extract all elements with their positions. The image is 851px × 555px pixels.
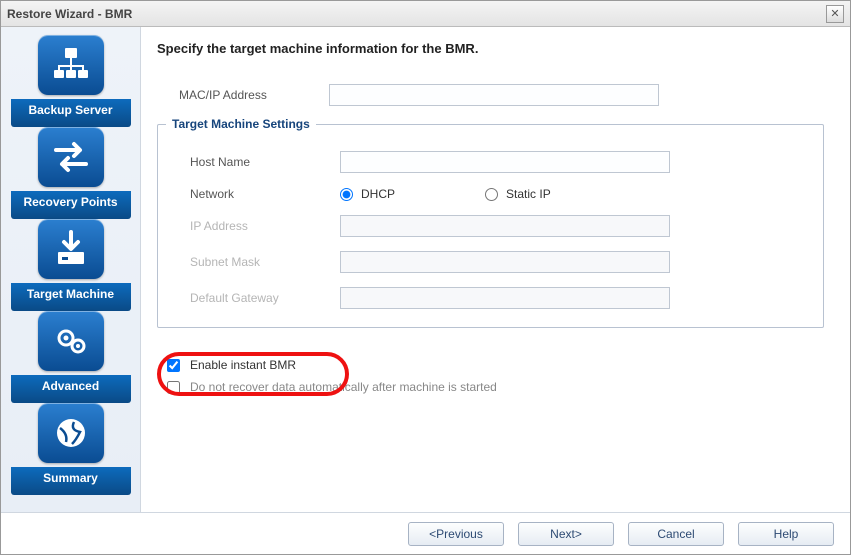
- close-button[interactable]: ✕: [826, 5, 844, 23]
- sidebar-item-label: Recovery Points: [11, 191, 131, 219]
- host-row: Host Name: [190, 151, 809, 173]
- network-row: Network DHCP Static IP: [190, 187, 809, 201]
- close-icon: ✕: [830, 7, 839, 20]
- gears-icon: [38, 311, 104, 371]
- enable-bmr-label: Enable instant BMR: [190, 358, 296, 372]
- static-text: Static IP: [506, 187, 551, 201]
- cancel-button[interactable]: Cancel: [628, 522, 724, 546]
- gateway-input: [340, 287, 670, 309]
- subnet-input: [340, 251, 670, 273]
- sidebar-item-recovery-points[interactable]: Recovery Points: [11, 127, 131, 219]
- mac-ip-input[interactable]: [329, 84, 659, 106]
- ip-row: IP Address: [190, 215, 809, 237]
- sidebar-item-advanced[interactable]: Advanced: [11, 311, 131, 403]
- no-recover-label: Do not recover data automatically after …: [190, 380, 497, 394]
- no-recover-checkbox[interactable]: [167, 381, 180, 394]
- host-input[interactable]: [340, 151, 670, 173]
- page-heading: Specify the target machine information f…: [157, 41, 824, 56]
- radio-static-label[interactable]: Static IP: [485, 187, 551, 201]
- sidebar-item-label: Target Machine: [11, 283, 131, 311]
- host-label: Host Name: [190, 155, 340, 169]
- network-label: Network: [190, 187, 340, 201]
- sidebar-item-label: Advanced: [11, 375, 131, 403]
- mac-ip-label: MAC/IP Address: [179, 88, 329, 102]
- wizard-sidebar: Backup Server Recovery Points: [1, 27, 141, 512]
- sidebar-item-label: Summary: [11, 467, 131, 495]
- button-bar: <Previous Next> Cancel Help: [1, 512, 850, 554]
- window-title: Restore Wizard - BMR: [7, 7, 132, 21]
- help-button[interactable]: Help: [738, 522, 834, 546]
- enable-bmr-checkbox[interactable]: [167, 359, 180, 372]
- content-area: Backup Server Recovery Points: [1, 27, 850, 512]
- arrows-swap-icon: [38, 127, 104, 187]
- gateway-row: Default Gateway: [190, 287, 809, 309]
- ip-input: [340, 215, 670, 237]
- next-button[interactable]: Next>: [518, 522, 614, 546]
- enable-bmr-row[interactable]: Enable instant BMR: [167, 358, 824, 372]
- no-recover-row[interactable]: Do not recover data automatically after …: [167, 380, 824, 394]
- globe-icon: [38, 403, 104, 463]
- main-panel: Specify the target machine information f…: [141, 27, 850, 512]
- sidebar-item-target-machine[interactable]: Target Machine: [11, 219, 131, 311]
- previous-button[interactable]: <Previous: [408, 522, 504, 546]
- radio-static[interactable]: [485, 188, 498, 201]
- titlebar: Restore Wizard - BMR ✕: [1, 1, 850, 27]
- fieldset-legend: Target Machine Settings: [166, 117, 316, 131]
- sidebar-item-label: Backup Server: [11, 99, 131, 127]
- options-area: Enable instant BMR Do not recover data a…: [157, 358, 824, 394]
- gateway-label: Default Gateway: [190, 291, 340, 305]
- radio-dhcp[interactable]: [340, 188, 353, 201]
- subnet-label: Subnet Mask: [190, 255, 340, 269]
- sidebar-item-summary[interactable]: Summary: [11, 403, 131, 495]
- sidebar-item-backup-server[interactable]: Backup Server: [11, 35, 131, 127]
- dialog-window: Restore Wizard - BMR ✕ Backup Server: [0, 0, 851, 555]
- ip-label: IP Address: [190, 219, 340, 233]
- target-machine-fieldset: Target Machine Settings Host Name Networ…: [157, 124, 824, 328]
- subnet-row: Subnet Mask: [190, 251, 809, 273]
- dhcp-text: DHCP: [361, 187, 395, 201]
- download-disk-icon: [38, 219, 104, 279]
- server-icon: [38, 35, 104, 95]
- radio-dhcp-label[interactable]: DHCP: [340, 187, 395, 201]
- mac-ip-row: MAC/IP Address: [157, 84, 824, 106]
